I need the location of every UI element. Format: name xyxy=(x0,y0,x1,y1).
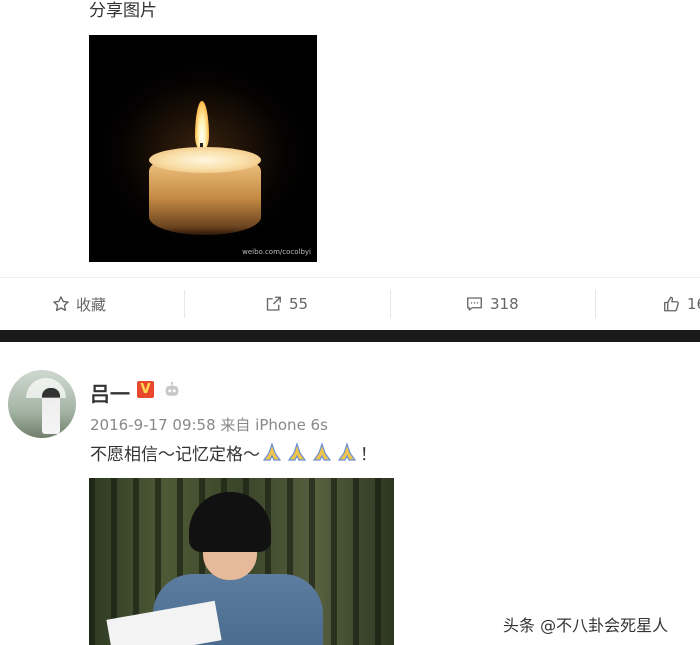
post-meta: 2016-9-17 09:58 来自 iPhone 6s xyxy=(90,416,328,434)
pray-emoji-icon xyxy=(262,441,282,461)
pray-emoji-icon xyxy=(287,441,307,461)
action-divider xyxy=(184,290,185,318)
pray-emoji-icon xyxy=(312,441,332,461)
thumbs-up-icon xyxy=(664,296,679,312)
star-icon xyxy=(53,296,69,312)
repost-button[interactable]: 55 xyxy=(264,278,308,330)
repost-icon xyxy=(266,296,281,311)
robot-icon[interactable] xyxy=(163,381,181,398)
comment-button[interactable]: 318 xyxy=(465,278,519,330)
repost-count: 55 xyxy=(289,295,309,313)
post-card: 分享图片 weibo.com/cocolbyi 收藏 55 318 1 xyxy=(0,0,700,330)
favorite-button[interactable]: 收藏 xyxy=(52,278,106,330)
action-divider xyxy=(595,290,596,318)
verified-badge[interactable]: V xyxy=(137,381,154,398)
action-divider xyxy=(390,290,391,318)
post-image-candle[interactable]: weibo.com/cocolbyi xyxy=(89,35,317,262)
like-button[interactable]: 16 xyxy=(662,278,700,330)
pray-emoji-icon xyxy=(337,441,357,461)
comment-count: 318 xyxy=(490,295,519,313)
post-text: 分享图片 xyxy=(89,1,157,21)
favorite-label: 收藏 xyxy=(76,295,107,314)
image-watermark: weibo.com/cocolbyi xyxy=(242,248,311,256)
like-count: 16 xyxy=(687,295,700,313)
candle-top xyxy=(149,147,261,173)
post-card: 吕一 V 2016-9-17 09:58 来自 iPhone 6s 不愿相信～记… xyxy=(0,342,700,645)
post-action-bar: 收藏 55 318 16 xyxy=(0,277,700,330)
post-text-body: 不愿相信～记忆定格～ xyxy=(90,445,260,465)
post-image-photo[interactable] xyxy=(89,478,394,645)
comment-icon xyxy=(467,297,482,311)
source-watermark: 头条 @不八卦会死星人 xyxy=(503,616,669,635)
post-text-end: ！ xyxy=(360,445,377,465)
username[interactable]: 吕一 xyxy=(90,378,130,407)
post-separator xyxy=(0,330,700,342)
post-text: 不愿相信～记忆定格～ ！ xyxy=(90,440,377,465)
avatar-figure xyxy=(42,388,60,434)
avatar[interactable] xyxy=(8,370,76,438)
